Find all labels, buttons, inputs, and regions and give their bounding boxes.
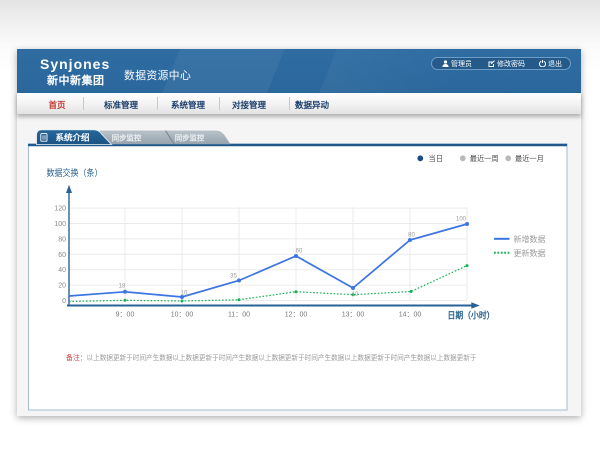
- svg-text:最近一周: 最近一周: [470, 154, 499, 163]
- svg-text:60: 60: [296, 249, 303, 255]
- svg-text:9：00: 9：00: [116, 312, 135, 319]
- svg-text:数据交换（条）: 数据交换（条）: [47, 167, 103, 178]
- svg-text:80: 80: [58, 236, 66, 243]
- svg-text:10：00: 10：00: [171, 312, 194, 319]
- svg-text:以上数据更新于时间产生数据以上数据更新于时间产生数据以上数据: 以上数据更新于时间产生数据以上数据更新于时间产生数据以上数据更新于时间产生数据以…: [87, 353, 477, 362]
- svg-text:120: 120: [54, 206, 66, 213]
- svg-text:更新数据: 更新数据: [514, 248, 546, 258]
- svg-text:13：00: 13：00: [342, 312, 365, 319]
- svg-text:备注：: 备注：: [66, 353, 87, 362]
- svg-text:最近一月: 最近一月: [515, 154, 544, 163]
- svg-text:同步监控: 同步监控: [112, 133, 142, 142]
- svg-text:0: 0: [62, 298, 66, 305]
- svg-text:10: 10: [352, 292, 359, 298]
- svg-text:80: 80: [408, 233, 415, 239]
- svg-text:100: 100: [54, 221, 66, 228]
- svg-text:12：00: 12：00: [285, 312, 308, 319]
- svg-text:10: 10: [181, 291, 188, 297]
- svg-text:11：00: 11：00: [228, 312, 250, 319]
- svg-text:系统介绍: 系统介绍: [55, 133, 90, 143]
- svg-text:18: 18: [119, 283, 126, 289]
- svg-text:60: 60: [58, 252, 66, 259]
- svg-text:14：00: 14：00: [399, 312, 422, 319]
- svg-text:日期（小时）: 日期（小时）: [448, 310, 495, 321]
- svg-text:40: 40: [58, 267, 66, 274]
- svg-text:35: 35: [230, 274, 237, 280]
- svg-text:100: 100: [456, 217, 467, 223]
- svg-text:当日: 当日: [429, 154, 443, 163]
- svg-text:新增数据: 新增数据: [514, 234, 546, 244]
- svg-text:同步监控: 同步监控: [175, 133, 205, 142]
- svg-text:20: 20: [58, 283, 66, 290]
